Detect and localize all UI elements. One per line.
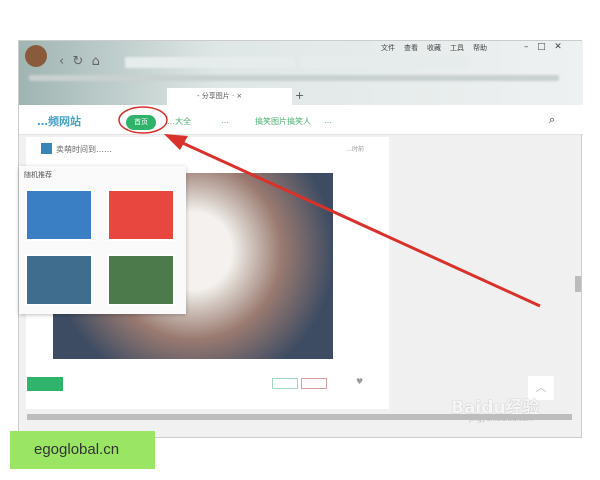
source-label: egoglobal.cn	[10, 431, 155, 469]
arrow-head-icon	[164, 134, 188, 150]
annotation-arrow	[175, 138, 541, 308]
annotation-overlay	[118, 106, 541, 308]
annotation-circle	[118, 106, 168, 134]
